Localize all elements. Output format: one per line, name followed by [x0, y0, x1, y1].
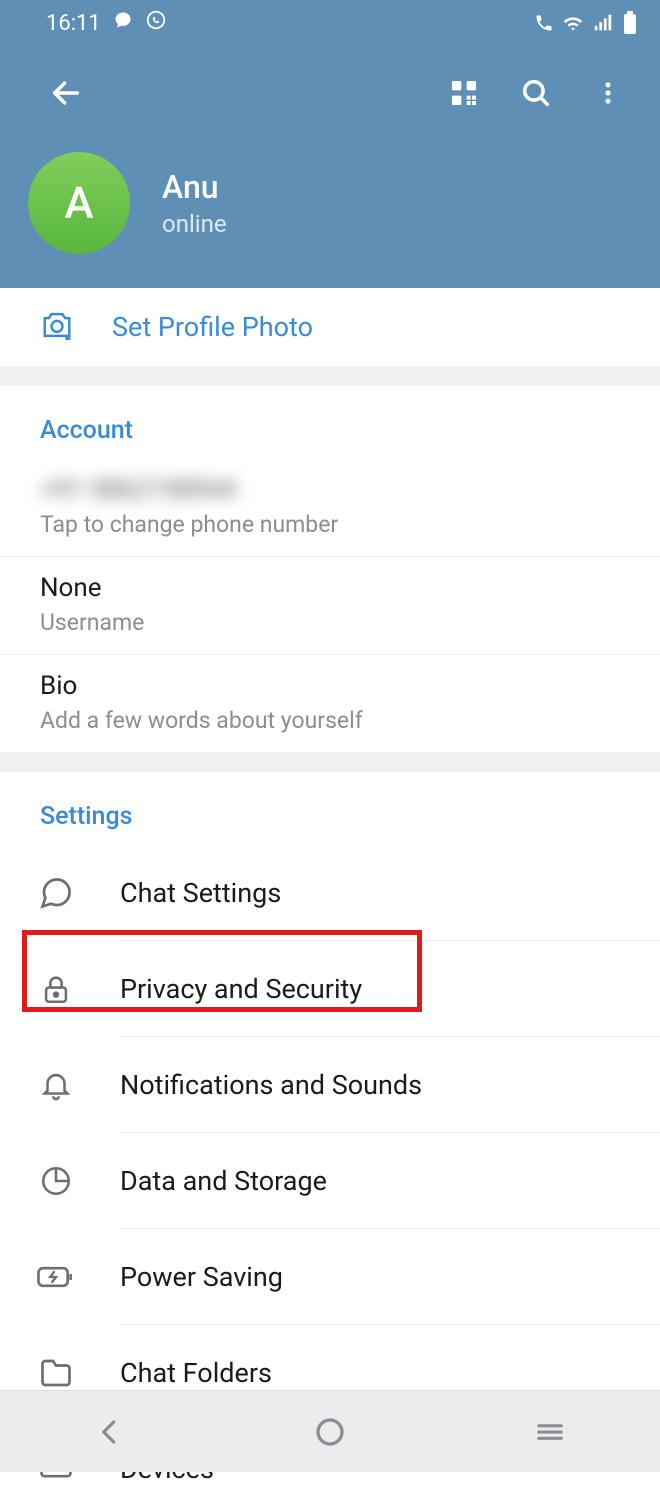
settings-title: Settings — [0, 772, 660, 845]
wifi-icon — [562, 12, 584, 34]
call-icon — [534, 13, 554, 33]
username-sub: Username — [40, 609, 620, 636]
nav-home-button[interactable] — [270, 1402, 390, 1462]
pie-chart-icon — [36, 1161, 76, 1201]
battery-charging-icon — [36, 1257, 76, 1297]
chat-bubble-icon — [113, 10, 133, 36]
settings-item-data-storage[interactable]: Data and Storage — [0, 1133, 660, 1229]
phone-value: +91 9862198944 — [40, 475, 280, 505]
camera-icon — [40, 310, 74, 344]
qr-code-button[interactable] — [428, 57, 500, 129]
settings-item-label: Chat Settings — [120, 877, 638, 909]
bell-icon — [36, 1065, 76, 1105]
battery-icon — [622, 11, 638, 35]
bio-value: Bio — [40, 671, 620, 701]
settings-item-notifications[interactable]: Notifications and Sounds — [0, 1037, 660, 1133]
set-profile-photo-row[interactable]: Set Profile Photo — [0, 288, 660, 366]
settings-item-power-saving[interactable]: Power Saving — [0, 1229, 660, 1325]
more-button[interactable] — [572, 57, 644, 129]
bio-row[interactable]: Bio Add a few words about yourself — [0, 655, 660, 752]
username-row[interactable]: None Username — [0, 557, 660, 655]
username-value: None — [40, 573, 620, 603]
settings-item-label: Notifications and Sounds — [120, 1069, 638, 1101]
nav-recents-button[interactable] — [490, 1402, 610, 1462]
status-bar: 16:11 — [0, 0, 660, 46]
settings-item-label: Data and Storage — [120, 1165, 638, 1197]
status-right — [534, 11, 638, 35]
nav-back-button[interactable] — [50, 1402, 170, 1462]
folder-icon — [36, 1353, 76, 1393]
profile-info: Anu online — [162, 168, 227, 238]
back-button[interactable] — [30, 57, 102, 129]
settings-item-label: Privacy and Security — [120, 973, 638, 1005]
signal-icon — [592, 12, 614, 34]
settings-item-label: Power Saving — [120, 1261, 638, 1293]
settings-section: Settings Chat Settings Privacy and Secur… — [0, 772, 660, 1489]
settings-item-label: Chat Folders — [120, 1357, 638, 1389]
account-title: Account — [0, 386, 660, 459]
system-nav-bar — [0, 1390, 660, 1472]
set-photo-label: Set Profile Photo — [112, 311, 313, 343]
bio-sub: Add a few words about yourself — [40, 707, 620, 734]
phone-sub: Tap to change phone number — [40, 511, 620, 538]
profile-header: A Anu online — [0, 140, 660, 288]
app-bar — [0, 46, 660, 140]
profile-status: online — [162, 210, 227, 238]
search-button[interactable] — [500, 57, 572, 129]
whatsapp-icon — [145, 9, 167, 37]
account-section: Account +91 9862198944 Tap to change pho… — [0, 386, 660, 752]
avatar[interactable]: A — [28, 152, 130, 254]
status-time: 16:11 — [46, 11, 101, 36]
phone-row[interactable]: +91 9862198944 Tap to change phone numbe… — [0, 459, 660, 557]
settings-item-privacy-security[interactable]: Privacy and Security — [0, 941, 660, 1037]
settings-item-chat-settings[interactable]: Chat Settings — [0, 845, 660, 941]
lock-icon — [36, 969, 76, 1009]
profile-name: Anu — [162, 168, 227, 206]
chat-icon — [36, 873, 76, 913]
status-left: 16:11 — [46, 9, 167, 37]
